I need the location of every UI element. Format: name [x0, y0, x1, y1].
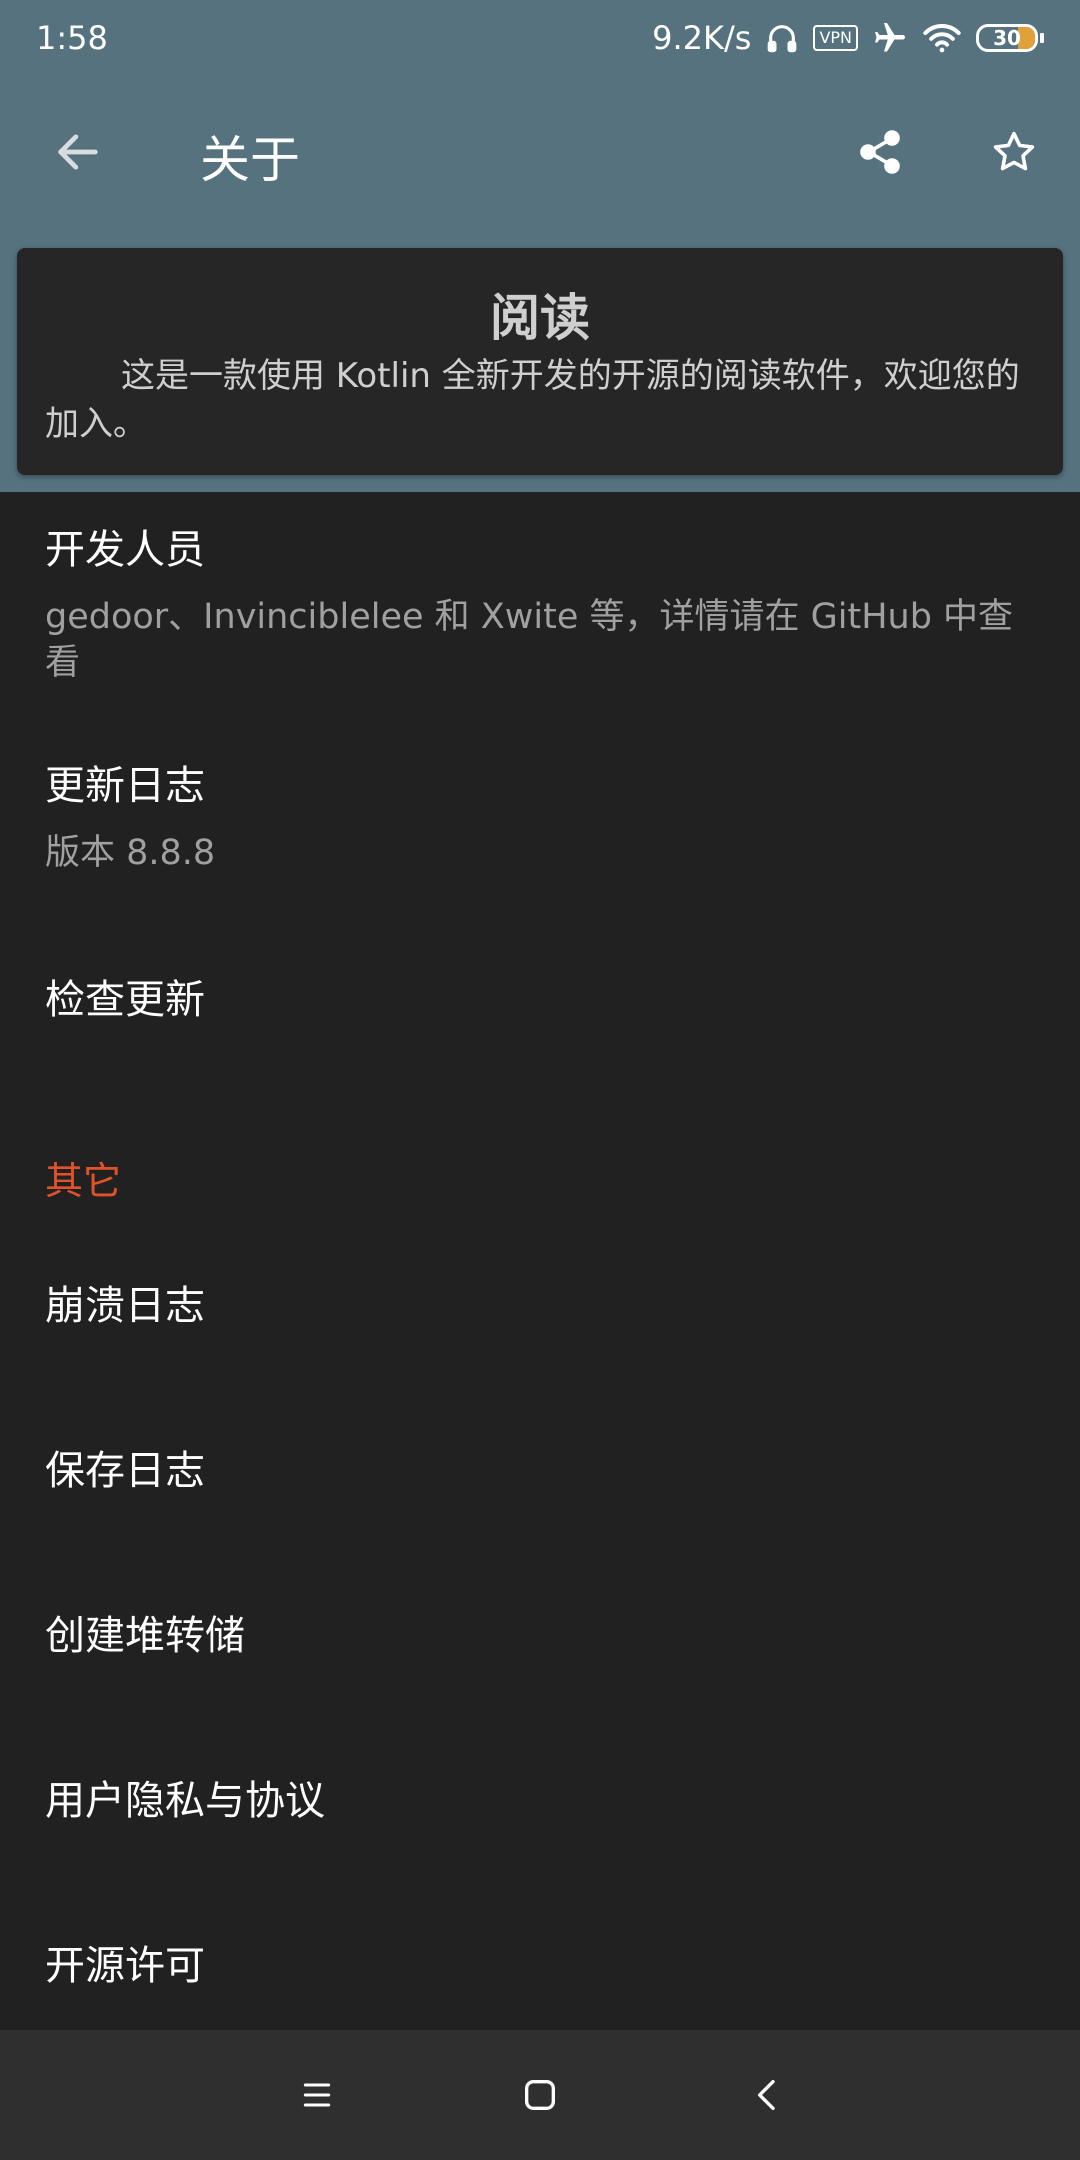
- share-icon: [860, 130, 900, 174]
- pref-check-update[interactable]: 检查更新: [0, 974, 1080, 1026]
- app-name: 阅读: [490, 289, 590, 347]
- favorite-button[interactable]: [976, 114, 1052, 190]
- nav-home-button[interactable]: [505, 2060, 575, 2130]
- star-outline-icon: [993, 131, 1035, 171]
- pref-developers[interactable]: 开发人员 gedoor、Invinciblelee 和 Xwite 等，详情请在…: [0, 524, 1080, 686]
- status-time: 1:58: [36, 19, 108, 57]
- pref-title: 更新日志: [45, 763, 205, 809]
- pref-title: 崩溃日志: [45, 1283, 205, 1329]
- pref-heap-dump[interactable]: 创建堆转储: [0, 1610, 1080, 1662]
- nav-menu-button[interactable]: [282, 2060, 352, 2130]
- headphones-icon: [765, 21, 799, 55]
- home-square-icon: [525, 2080, 555, 2110]
- arrow-left-icon: [58, 134, 98, 170]
- page-title: 关于: [200, 131, 300, 189]
- status-icons: 9.2K/s VPN 30: [652, 19, 1044, 57]
- network-speed: 9.2K/s: [652, 19, 752, 57]
- about-card: 阅读 这是一款使用 Kotlin 全新开发的开源的阅读软件，欢迎您的加入。: [17, 248, 1063, 475]
- toolbar: 关于: [0, 76, 1080, 230]
- category-other: 其它: [45, 1159, 122, 1203]
- status-bar: 1:58 9.2K/s VPN 30: [0, 0, 1080, 76]
- chevron-left-icon: [758, 2080, 775, 2110]
- pref-summary: gedoor、Invinciblelee 和 Xwite 等，详情请在 GitH…: [45, 597, 1014, 683]
- pref-title: 保存日志: [45, 1448, 205, 1494]
- app-description: 这是一款使用 Kotlin 全新开发的开源的阅读软件，欢迎您的加入。: [45, 356, 1020, 444]
- wifi-icon: [922, 21, 962, 55]
- pref-title: 检查更新: [45, 977, 205, 1023]
- pref-title: 开源许可: [45, 1943, 205, 1989]
- nav-back-button[interactable]: [733, 2060, 803, 2130]
- system-nav-bar: [0, 2030, 1080, 2160]
- menu-icon: [303, 2083, 331, 2107]
- vpn-icon: VPN: [813, 25, 858, 51]
- share-button[interactable]: [842, 114, 918, 190]
- pref-crash-log[interactable]: 崩溃日志: [0, 1280, 1080, 1332]
- airplane-icon: [872, 20, 908, 56]
- back-button[interactable]: [40, 114, 116, 190]
- pref-license[interactable]: 开源许可: [0, 1940, 1080, 1992]
- pref-summary: 版本 8.8.8: [45, 833, 216, 873]
- battery-level: 30: [993, 26, 1021, 50]
- pref-privacy[interactable]: 用户隐私与协议: [0, 1775, 1080, 1827]
- pref-title: 开发人员: [45, 527, 205, 573]
- pref-changelog[interactable]: 更新日志 版本 8.8.8: [0, 760, 1080, 876]
- pref-save-log[interactable]: 保存日志: [0, 1445, 1080, 1497]
- pref-title: 用户隐私与协议: [45, 1778, 325, 1824]
- battery-icon: 30: [976, 24, 1044, 52]
- pref-title: 创建堆转储: [45, 1613, 245, 1659]
